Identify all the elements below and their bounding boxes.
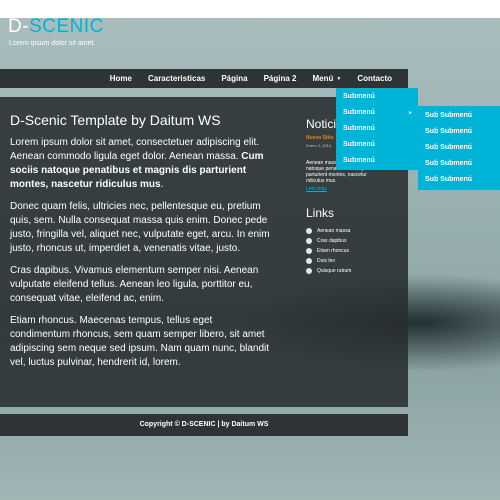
paragraph-2: Donec quam felis, ultricies nec, pellent… (10, 201, 270, 254)
nav-item-home[interactable]: Home (102, 74, 140, 83)
links-list: Aenean massa Cras dapibus Etiam rhoncus … (306, 226, 408, 276)
main-content: D-Scenic Template by Daitum WS Lorem ips… (10, 112, 275, 378)
menu-dropdown: Submenú Submenú ► Submenú Submenú Submenú (336, 88, 418, 170)
nav-item-pagina-2[interactable]: Página 2 (256, 74, 305, 83)
chevron-right-icon: ► (408, 110, 413, 116)
site-title-prefix: D- (8, 16, 30, 37)
bullet-icon (306, 238, 312, 244)
paragraph-4: Etiam rhoncus. Maecenas tempus, tellus e… (10, 315, 270, 368)
nav-item-pagina[interactable]: Página (213, 74, 255, 83)
list-item[interactable]: Cras dapibus (306, 236, 408, 246)
nav-item-menu[interactable]: Menú ▼ (304, 74, 349, 83)
bullet-icon (306, 228, 312, 234)
chevron-down-icon: ▼ (336, 75, 342, 82)
link-label: Cras dapibus (317, 238, 347, 244)
dropdown-item-sub-submenu[interactable]: Sub Submenú (418, 140, 500, 156)
paragraph-3: Cras dapibus. Vivamus elementum semper n… (10, 265, 259, 304)
dropdown-item-sub-submenu[interactable]: Sub Submenú (418, 156, 500, 172)
dropdown-item-label: Submenú (343, 109, 375, 116)
nav-item-contacto[interactable]: Contacto (349, 74, 400, 83)
submenu-dropdown: Sub Submenú Sub Submenú Sub Submenú Sub … (418, 106, 500, 190)
paragraph-1: Lorem ipsum dolor sit amet, consectetuer… (10, 136, 275, 192)
post-title: D-Scenic Template by Daitum WS (10, 112, 221, 128)
list-item[interactable]: Duis leo (306, 256, 408, 266)
list-item[interactable]: Aenean massa (306, 226, 408, 236)
list-item[interactable]: Etiam rhoncus (306, 246, 408, 256)
site-tagline: Lorem ipsum dolor sit amet. (9, 40, 96, 47)
site-title-accent: SCENIC (29, 16, 104, 37)
site-title[interactable]: D-SCENIC (8, 16, 104, 38)
nav-item-caracteristicas[interactable]: Caracteristicas (140, 74, 213, 83)
bullet-icon (306, 248, 312, 254)
list-item[interactable]: Quisque rutrum (306, 266, 408, 276)
paragraph-1-text: Lorem ipsum dolor sit amet, consectetuer… (10, 137, 260, 162)
dropdown-item-submenu-with-children[interactable]: Submenú ► (336, 105, 418, 121)
main-navbar: Home Caracteristicas Página Página 2 Men… (0, 69, 408, 88)
dropdown-item-sub-submenu[interactable]: Sub Submenú (418, 124, 500, 140)
dropdown-item-sub-submenu[interactable]: Sub Submenú (418, 172, 500, 188)
bullet-icon (306, 258, 312, 264)
read-more-link[interactable]: Leer más (306, 186, 408, 192)
nav-menu: Home Caracteristicas Página Página 2 Men… (102, 69, 400, 88)
link-label: Aenean massa (317, 228, 351, 234)
link-label: Quisque rutrum (317, 268, 352, 274)
dropdown-item-submenu[interactable]: Submenú (336, 137, 418, 153)
dropdown-item-submenu[interactable]: Submenú (336, 89, 418, 105)
nav-item-menu-label: Menú (312, 74, 334, 83)
links-widget-title: Links (306, 206, 335, 220)
bullet-icon (306, 268, 312, 274)
paragraph-1-end: . (160, 179, 164, 190)
link-label: Duis leo (317, 258, 336, 264)
link-label: Etiam rhoncus (317, 248, 349, 254)
dropdown-item-submenu[interactable]: Submenú (336, 153, 418, 169)
footer: Copyright © D-SCENIC | by Daitum WS (0, 414, 408, 436)
dropdown-item-sub-submenu[interactable]: Sub Submenú (418, 108, 500, 124)
dropdown-item-submenu[interactable]: Submenú (336, 121, 418, 137)
